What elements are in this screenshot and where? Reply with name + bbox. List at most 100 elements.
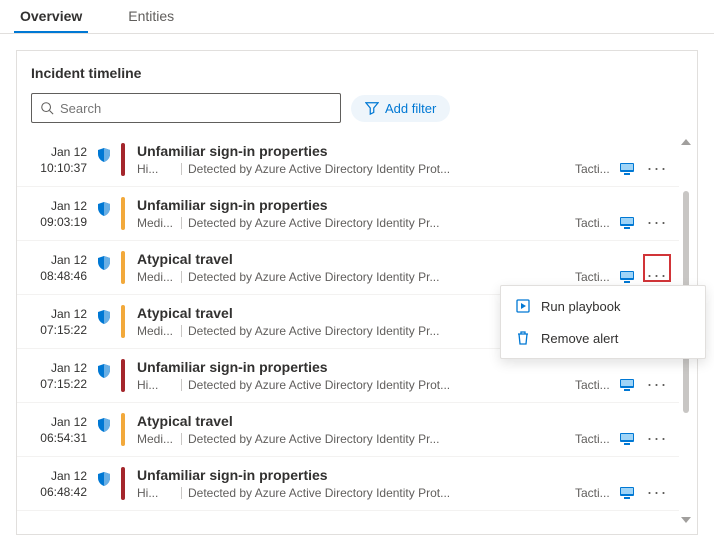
row-subtitle: Hi... Detected by Azure Active Directory … xyxy=(137,162,611,176)
row-tactics: Tacti... xyxy=(575,486,611,500)
more-actions-button[interactable]: ··· xyxy=(643,141,671,178)
row-title: Atypical travel xyxy=(137,251,611,267)
filter-icon xyxy=(365,101,379,115)
row-detection: Detected by Azure Active Directory Ident… xyxy=(188,432,569,446)
row-time-value: 07:15:22 xyxy=(31,323,87,339)
shield-icon xyxy=(95,357,113,394)
menu-remove-alert-label: Remove alert xyxy=(541,331,618,346)
more-actions-button[interactable]: ··· xyxy=(643,411,671,448)
row-timestamp: Jan 12 06:54:31 xyxy=(31,411,87,448)
divider xyxy=(181,271,182,283)
menu-run-playbook[interactable]: Run playbook xyxy=(501,290,705,322)
row-severity: Medi... xyxy=(137,432,175,446)
row-detection: Detected by Azure Active Directory Ident… xyxy=(188,216,569,230)
row-time-value: 07:15:22 xyxy=(31,377,87,393)
row-timestamp: Jan 12 06:48:42 xyxy=(31,465,87,502)
row-time-value: 06:48:42 xyxy=(31,485,87,501)
search-box[interactable] xyxy=(31,93,341,123)
row-title: Unfamiliar sign-in properties xyxy=(137,197,611,213)
row-date: Jan 12 xyxy=(51,145,87,159)
row-content: Unfamiliar sign-in propertiesHi...Detect… xyxy=(137,465,611,502)
row-content: Unfamiliar sign-in propertiesHi...Detect… xyxy=(137,141,611,178)
monitor-icon xyxy=(619,195,635,232)
row-date: Jan 12 xyxy=(51,199,87,213)
severity-bar xyxy=(121,413,125,446)
divider xyxy=(181,379,182,391)
row-timestamp: Jan 1208:48:46 xyxy=(31,249,87,286)
tab-bar: Overview Entities xyxy=(0,0,714,34)
shield-icon xyxy=(95,141,113,178)
severity-bar xyxy=(121,143,125,176)
row-severity: Hi... xyxy=(137,162,175,176)
panel-title: Incident timeline xyxy=(17,51,697,93)
severity-bar xyxy=(121,359,125,392)
row-content: Unfamiliar sign-in properties Hi...Detect… xyxy=(137,357,611,394)
row-tactics: Tacti... xyxy=(575,432,611,446)
row-date: Jan 12 xyxy=(51,415,87,429)
row-tactics: Tacti... xyxy=(575,216,611,230)
row-content: Atypical travel Medi... Detected by Azure … xyxy=(137,249,611,286)
monitor-icon xyxy=(619,357,635,394)
severity-bar xyxy=(121,251,125,284)
row-timestamp: Jan 12 09:03:19 xyxy=(31,195,87,232)
monitor-icon xyxy=(619,465,635,502)
timeline-row[interactable]: Jan 12 06:48:42 Unfamiliar sign-in propert… xyxy=(17,457,679,511)
scroll-down-icon[interactable] xyxy=(681,517,691,523)
row-date: Jan 12 xyxy=(51,361,87,375)
monitor-icon xyxy=(619,141,635,178)
row-title: Unfamiliar sign-in properties xyxy=(137,359,611,375)
menu-remove-alert[interactable]: Remove alert xyxy=(501,322,705,354)
ellipsis-icon: ··· xyxy=(647,213,668,231)
ellipsis-icon: ··· xyxy=(647,375,668,393)
severity-bar xyxy=(121,305,125,338)
row-tactics: Tacti... xyxy=(575,378,611,392)
ellipsis-icon: ··· xyxy=(647,159,668,177)
timeline-row[interactable]: Jan 12 06:54:31 Atypical travel Medi... Dete… xyxy=(17,403,679,457)
row-detection: Detected by Azure Active Directory Ident… xyxy=(188,270,569,284)
tab-overview[interactable]: Overview xyxy=(14,0,88,33)
timeline-row[interactable]: Jan 12 10:10:37 Unfamiliar sign-in propert… xyxy=(17,133,679,187)
shield-icon xyxy=(95,249,113,286)
ellipsis-icon: ··· xyxy=(647,483,668,501)
more-actions-button[interactable]: ··· xyxy=(643,195,671,232)
row-date: Jan 12 xyxy=(51,307,87,321)
severity-bar xyxy=(121,467,125,500)
row-date: Jan 12 xyxy=(51,253,87,267)
monitor-icon xyxy=(619,249,635,286)
row-time-value: 09:03:19 xyxy=(31,215,87,231)
playbook-icon xyxy=(515,298,531,314)
row-content: Atypical travel Medi... Detected by Azure … xyxy=(137,411,611,448)
row-timestamp: Jan 12 10:10:37 xyxy=(31,141,87,178)
timeline-row[interactable]: Jan 12 09:03:19 Unfamiliar sign-in propert… xyxy=(17,187,679,241)
more-actions-button[interactable]: ··· xyxy=(643,357,671,394)
row-detection: Detected by Azure Active Directory Ident… xyxy=(188,486,569,500)
row-subtitle: Medi... Detected by Azure Active Director… xyxy=(137,270,611,284)
row-subtitle: Hi...Detected by Azure Active Directory … xyxy=(137,378,611,392)
tab-entities[interactable]: Entities xyxy=(122,0,180,33)
row-timestamp: Jan 12 07:15:22 xyxy=(31,303,87,340)
more-actions-button[interactable]: ··· xyxy=(643,254,671,282)
divider xyxy=(181,217,182,229)
trash-icon xyxy=(515,330,531,346)
row-content: Unfamiliar sign-in propertiesMedi...Dete… xyxy=(137,195,611,232)
row-time-value: 10:10:37 xyxy=(31,161,87,177)
search-input[interactable] xyxy=(60,101,332,116)
row-date: Jan 12 xyxy=(51,469,87,483)
ellipsis-icon: ··· xyxy=(647,266,668,284)
row-title: Unfamiliar sign-in properties xyxy=(137,467,611,483)
shield-icon xyxy=(95,195,113,232)
row-detection: Detected by Azure Active Directory Ident… xyxy=(188,162,569,176)
more-actions-button[interactable]: ··· xyxy=(643,465,671,502)
row-severity: Hi... xyxy=(137,378,175,392)
scroll-up-icon[interactable] xyxy=(681,139,691,145)
row-title: Atypical travel xyxy=(137,413,611,429)
controls-row: Add filter xyxy=(17,93,697,133)
row-subtitle: Medi... Detected by Azure Active Director… xyxy=(137,432,611,446)
divider xyxy=(181,163,182,175)
row-severity: Medi... xyxy=(137,270,175,284)
divider xyxy=(181,433,182,445)
row-time-value: 06:54:31 xyxy=(31,431,87,447)
row-tactics: Tacti... xyxy=(575,162,611,176)
add-filter-button[interactable]: Add filter xyxy=(351,95,450,122)
severity-bar xyxy=(121,197,125,230)
